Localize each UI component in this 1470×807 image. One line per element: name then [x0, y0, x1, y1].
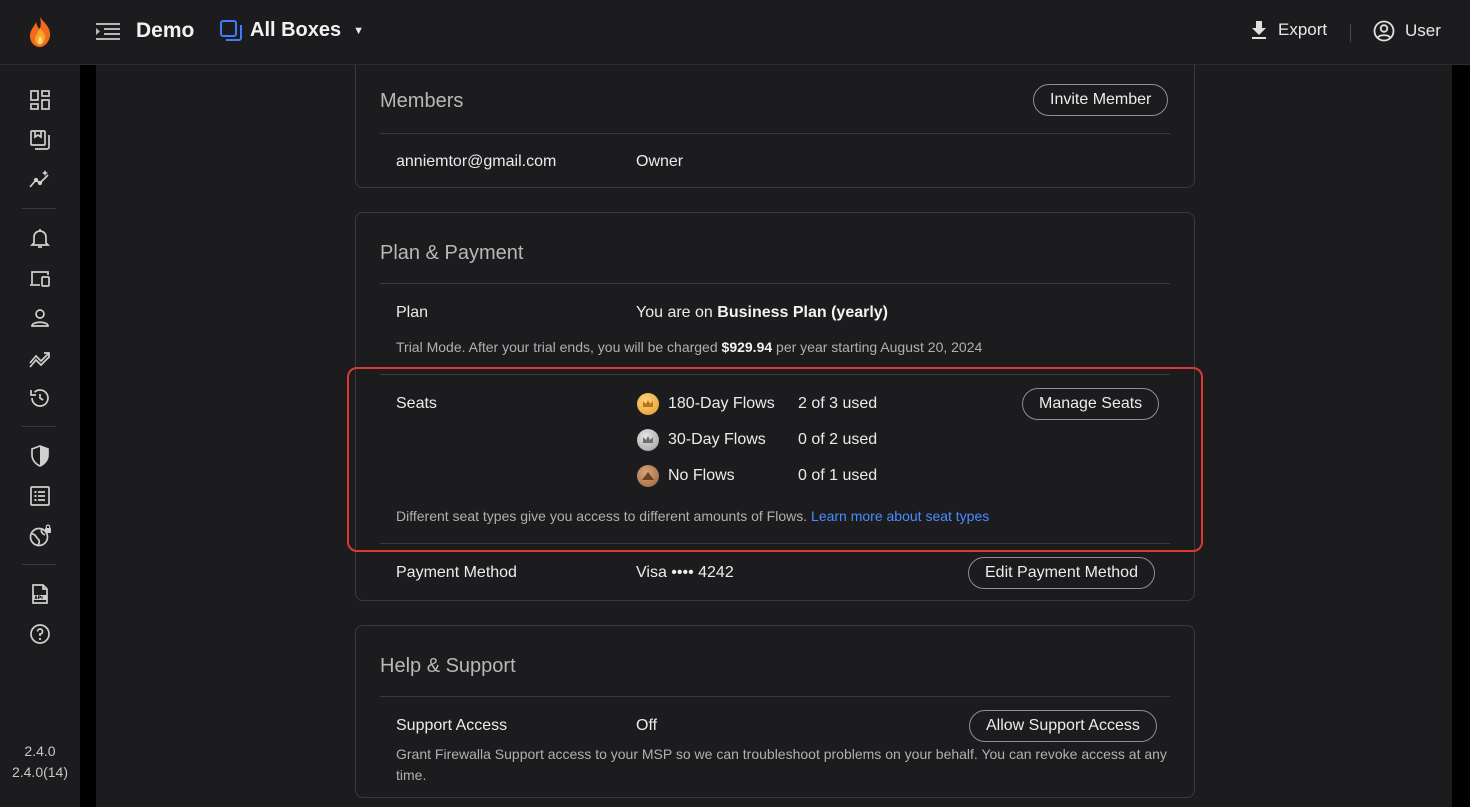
card-divider [380, 543, 1170, 544]
member-role: Owner [636, 153, 684, 170]
history-icon[interactable] [28, 386, 52, 410]
learn-seat-types-link[interactable]: Learn more about seat types [811, 508, 989, 524]
user-label: User [1405, 21, 1441, 40]
app-name: Demo [136, 19, 195, 42]
allow-support-access-button[interactable]: Allow Support Access [969, 710, 1157, 742]
bell-icon[interactable] [28, 226, 52, 250]
devices-icon[interactable] [28, 266, 52, 290]
plan-label: Plan [396, 304, 429, 321]
card-divider [380, 133, 1170, 134]
seats-note: Different seat types give you access to … [396, 508, 989, 524]
trial-prefix: Trial Mode. After your trial ends, you w… [396, 339, 718, 355]
bronze-seat-icon [637, 465, 659, 487]
member-email: anniemtor@gmail.com [396, 153, 557, 170]
sidebar: 2.4.0 2.4.0(14) [0, 65, 80, 807]
sidebar-divider [22, 208, 56, 209]
invite-member-button[interactable]: Invite Member [1033, 84, 1169, 116]
card-divider [380, 696, 1170, 697]
support-access-label: Support Access [396, 717, 508, 734]
plan-prefix: You are on [636, 304, 713, 321]
box-selector-label: All Boxes [250, 19, 342, 41]
gold-seat-icon [637, 393, 659, 415]
app-version: 2.4.0 [24, 743, 56, 759]
sidebar-divider [22, 426, 56, 427]
card-divider [380, 283, 1170, 284]
plan-payment-card: Plan & Payment Plan You are on Business … [355, 212, 1195, 601]
help-support-card: Help & Support Support Access Off Allow … [355, 625, 1195, 798]
plan-name: Business Plan (yearly) [717, 304, 889, 321]
help-icon[interactable] [28, 622, 52, 646]
box-selector[interactable]: All Boxes ▼ [220, 19, 364, 42]
edit-payment-method-button[interactable]: Edit Payment Method [968, 557, 1155, 589]
trial-notice: Trial Mode. After your trial ends, you w… [396, 339, 982, 355]
sidebar-divider [22, 564, 56, 565]
trial-price: $929.94 [721, 339, 773, 355]
support-access-value: Off [636, 717, 658, 734]
top-bar: Demo All Boxes ▼ Export User [0, 0, 1470, 65]
support-note-line: Grant Firewalla Support access to your M… [396, 746, 1167, 762]
seat-type-name: 180-Day Flows [668, 395, 775, 412]
export-label: Export [1278, 20, 1328, 39]
boxes-nav-icon[interactable] [28, 128, 52, 152]
seat-type-name: No Flows [668, 467, 735, 484]
insights-icon[interactable] [28, 168, 52, 192]
silver-seat-icon [637, 429, 659, 451]
main-content: Members Invite Member anniemtor@gmail.co… [96, 65, 1452, 807]
seat-type-name: 30-Day Flows [668, 431, 766, 448]
card-divider [380, 374, 1170, 375]
boxes-icon [220, 19, 242, 41]
download-icon [1252, 21, 1266, 39]
payment-method-label: Payment Method [396, 564, 517, 581]
api-doc-icon[interactable] [28, 582, 52, 606]
user-icon [1373, 20, 1395, 42]
members-card: Members Invite Member anniemtor@gmail.co… [355, 65, 1195, 188]
export-button[interactable]: Export [1250, 20, 1327, 40]
user-nav-icon[interactable] [28, 306, 52, 330]
user-menu[interactable]: User [1373, 20, 1441, 42]
dashboard-icon[interactable] [28, 88, 52, 112]
menu-toggle-icon[interactable] [96, 22, 120, 42]
members-title: Members [380, 90, 464, 112]
topbar-divider [1350, 24, 1351, 42]
seat-usage: 0 of 2 used [798, 431, 878, 448]
trial-suffix: per year starting August 20, 2024 [776, 339, 983, 355]
payment-method-value: Visa •••• 4242 [636, 564, 734, 581]
plan-value: You are on Business Plan (yearly) [636, 304, 888, 322]
seats-note-text: Different seat types give you access to … [396, 508, 808, 524]
help-support-title: Help & Support [380, 655, 516, 677]
seat-usage: 2 of 3 used [798, 395, 878, 412]
seat-usage: 0 of 1 used [798, 467, 878, 484]
globe-lock-icon[interactable] [28, 524, 52, 548]
firewalla-logo-icon[interactable] [26, 16, 54, 48]
chevron-down-icon: ▼ [353, 24, 365, 37]
manage-seats-button[interactable]: Manage Seats [1022, 388, 1160, 420]
plan-payment-title: Plan & Payment [380, 242, 524, 264]
seats-label: Seats [396, 395, 437, 412]
support-note-line: time. [396, 767, 427, 783]
rules-list-icon[interactable] [28, 484, 52, 508]
flows-icon[interactable] [28, 346, 52, 370]
shield-icon[interactable] [28, 444, 52, 468]
app-build: 2.4.0(14) [11, 764, 69, 780]
